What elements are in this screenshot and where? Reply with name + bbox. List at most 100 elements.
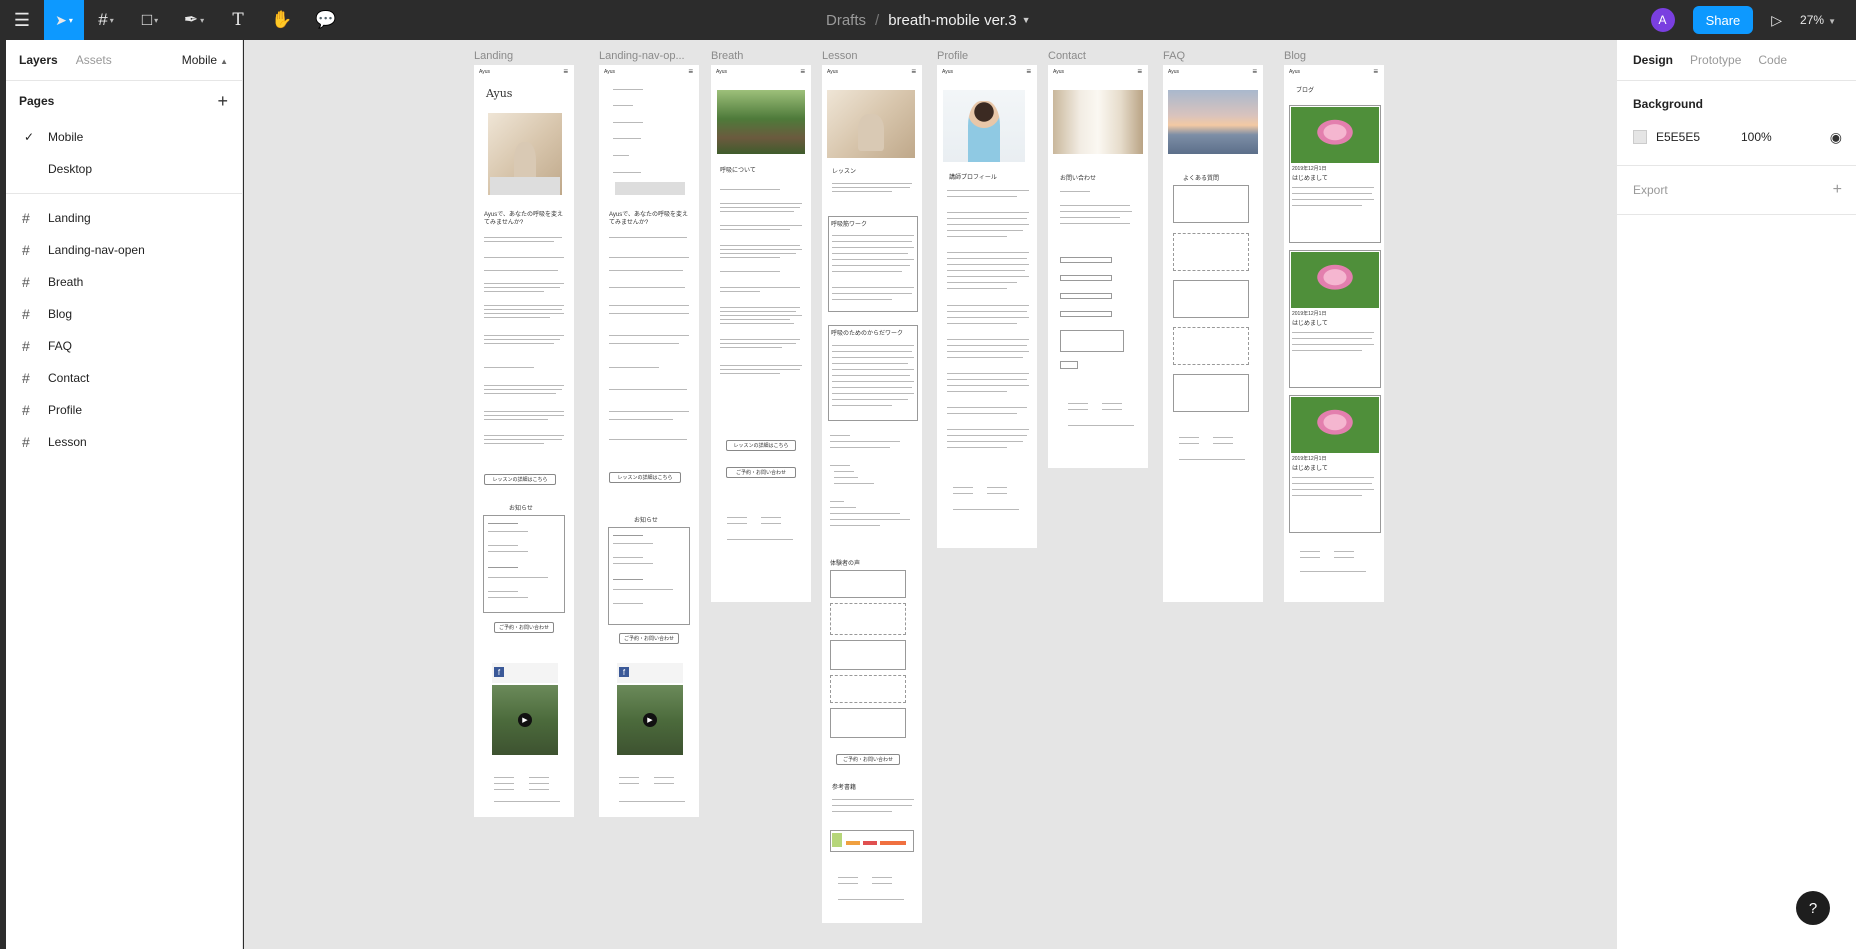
frame-faq[interactable]: Ayus ≡ よくある質問 bbox=[1163, 65, 1263, 602]
frame-label-breath[interactable]: Breath bbox=[711, 50, 801, 62]
frame-tool-button[interactable]: # ▾ bbox=[84, 0, 128, 40]
zoom-menu[interactable]: 27% ▼ bbox=[1800, 13, 1836, 27]
toolbar: ☰ ➤ ▾ # ▾ □ ▾ ✒ ▾ T ✋ 💬 Drafts / breath-mobi… bbox=[0, 0, 1856, 40]
layer-profile[interactable]: # Profile bbox=[6, 394, 242, 426]
email-input[interactable] bbox=[1060, 275, 1112, 281]
contact-button[interactable]: ご予約・お問い合わせ bbox=[494, 622, 554, 633]
hamburger-icon: ≡ bbox=[688, 67, 693, 76]
frame-profile[interactable]: Ayus ≡ 講師プロフィール bbox=[937, 65, 1037, 548]
submit-button[interactable] bbox=[1060, 361, 1078, 369]
pen-tool-button[interactable]: ✒ ▾ bbox=[172, 0, 216, 40]
frame-logo: Ayus bbox=[1289, 69, 1301, 75]
layer-label: Landing bbox=[48, 211, 91, 225]
layer-lesson[interactable]: # Lesson bbox=[6, 426, 242, 458]
contact-button[interactable]: ご予約・お問い合わせ bbox=[726, 467, 796, 478]
move-tool-button[interactable]: ➤ ▾ bbox=[44, 0, 84, 40]
blog-title: ブログ bbox=[1296, 88, 1315, 94]
avatar[interactable]: A bbox=[1650, 8, 1675, 32]
tab-design[interactable]: Design bbox=[1633, 53, 1673, 67]
faq-item[interactable] bbox=[1173, 327, 1249, 365]
frame-breath[interactable]: Ayus ≡ 呼吸について レッスンの詳細はこちら ご予約・お問い合わせ bbox=[711, 65, 811, 602]
page-item-desktop[interactable]: Desktop bbox=[6, 153, 242, 185]
present-play-icon[interactable]: ▷ bbox=[1771, 12, 1782, 29]
frame-label-landing[interactable]: Landing bbox=[474, 50, 564, 62]
blog-image bbox=[1291, 107, 1379, 163]
frame-lesson[interactable]: Ayus ≡ レッスン 呼吸筋ワーク 呼吸のためのからだワーク 体験者の声 ご予… bbox=[822, 65, 922, 923]
frame-label-lesson[interactable]: Lesson bbox=[822, 50, 912, 62]
frame-label-faq[interactable]: FAQ bbox=[1163, 50, 1253, 62]
name-input[interactable] bbox=[1060, 257, 1112, 263]
hamburger-icon: ≡ bbox=[911, 67, 916, 76]
blog-image bbox=[1291, 397, 1379, 453]
blog-date: 2019年12月1日 bbox=[1292, 311, 1327, 317]
add-export-icon[interactable]: + bbox=[1833, 181, 1842, 199]
color-swatch[interactable] bbox=[1633, 130, 1647, 144]
faq-item[interactable] bbox=[1173, 374, 1249, 412]
play-icon[interactable]: ▶ bbox=[643, 713, 657, 727]
page-selector[interactable]: Mobile ▲ bbox=[182, 53, 228, 67]
work1-box bbox=[828, 216, 918, 312]
eye-icon[interactable]: ◉ bbox=[1830, 129, 1842, 146]
frame-blog[interactable]: Ayus ≡ ブログ 2019年12月1日 はじめまして 2019年12月1日 … bbox=[1284, 65, 1384, 602]
tab-assets[interactable]: Assets bbox=[76, 53, 112, 67]
lesson-detail-button[interactable]: レッスンの詳細はこちら bbox=[609, 472, 681, 483]
news-box bbox=[608, 527, 690, 625]
add-page-icon[interactable]: + bbox=[217, 91, 228, 112]
tagline: Ayusで、あなたの呼吸を変えてみませんか? bbox=[484, 212, 563, 226]
tagline: Ayusで、あなたの呼吸を変えてみませんか? bbox=[609, 212, 688, 226]
faq-item[interactable] bbox=[1173, 233, 1249, 271]
lesson-detail-button[interactable]: レッスンの詳細はこちら bbox=[484, 474, 556, 485]
layer-label: Blog bbox=[48, 307, 73, 321]
background-hex-input[interactable]: E5E5E5 bbox=[1656, 130, 1741, 144]
file-name[interactable]: breath-mobile ver.3 bbox=[888, 12, 1016, 29]
tab-prototype[interactable]: Prototype bbox=[1690, 53, 1741, 67]
lesson-detail-button[interactable]: レッスンの詳細はこちら bbox=[726, 440, 796, 451]
tab-layers[interactable]: Layers bbox=[19, 53, 58, 67]
layer-faq[interactable]: # FAQ bbox=[6, 330, 242, 362]
book-cover bbox=[832, 833, 842, 847]
help-button[interactable]: ? bbox=[1796, 891, 1830, 925]
breadcrumb-separator: / bbox=[875, 11, 880, 29]
text-icon: T bbox=[232, 10, 244, 30]
faq-image bbox=[1168, 90, 1258, 154]
comment-tool-button[interactable]: 💬 bbox=[304, 0, 348, 40]
faq-item[interactable] bbox=[1173, 280, 1249, 318]
facebook-icon: f bbox=[619, 667, 629, 677]
background-opacity-input[interactable]: 100% bbox=[1741, 130, 1772, 144]
shape-tool-button[interactable]: □ ▾ bbox=[128, 0, 172, 40]
layer-contact[interactable]: # Contact bbox=[6, 362, 242, 394]
faq-item[interactable] bbox=[1173, 185, 1249, 223]
contact-button[interactable]: ご予約・お問い合わせ bbox=[619, 633, 679, 644]
layer-breath[interactable]: # Breath bbox=[6, 266, 242, 298]
frame-label-profile[interactable]: Profile bbox=[937, 50, 1027, 62]
breadcrumb-drafts[interactable]: Drafts bbox=[826, 12, 866, 29]
hand-tool-button[interactable]: ✋ bbox=[260, 0, 304, 40]
frame-label-blog[interactable]: Blog bbox=[1284, 50, 1374, 62]
frame-landing-nav-open[interactable]: Ayus ≡ Ayusで、あなたの呼吸を変えてみませんか? レッスンの詳細はこち… bbox=[599, 65, 699, 817]
frame-label-landing-nav-open[interactable]: Landing-nav-op... bbox=[599, 50, 699, 62]
hero-title: Ayus bbox=[486, 87, 513, 100]
contact-button[interactable]: ご予約・お問い合わせ bbox=[836, 754, 900, 765]
frame-icon: # bbox=[22, 370, 30, 386]
phone-input[interactable] bbox=[1060, 293, 1112, 299]
share-button[interactable]: Share bbox=[1692, 6, 1754, 34]
news-box bbox=[483, 515, 565, 613]
chevron-down-icon[interactable]: ▼ bbox=[1022, 15, 1031, 25]
page-item-mobile[interactable]: ✓ Mobile bbox=[6, 121, 242, 153]
blog-post-title: はじめまして bbox=[1292, 321, 1328, 327]
message-textarea[interactable] bbox=[1060, 330, 1124, 352]
main-menu-icon[interactable]: ☰ bbox=[0, 0, 44, 40]
tab-code[interactable]: Code bbox=[1758, 53, 1787, 67]
canvas[interactable]: Landing Landing-nav-op... Breath Lesson … bbox=[244, 40, 1616, 949]
frame-landing[interactable]: Ayus ≡ Ayus Ayusで、あなたの呼吸を変えてみませんか? レッスンの… bbox=[474, 65, 574, 817]
play-icon[interactable]: ▶ bbox=[518, 713, 532, 727]
text-tool-button[interactable]: T bbox=[216, 0, 260, 40]
layer-landing-nav-open[interactable]: # Landing-nav-open bbox=[6, 234, 242, 266]
breadcrumb: Drafts / breath-mobile ver.3 ▼ bbox=[826, 0, 1031, 40]
subject-input[interactable] bbox=[1060, 311, 1112, 317]
frame-contact[interactable]: Ayus ≡ お問い合わせ bbox=[1048, 65, 1148, 468]
hamburger-icon: ≡ bbox=[1373, 67, 1378, 76]
layer-landing[interactable]: # Landing bbox=[6, 202, 242, 234]
frame-label-contact[interactable]: Contact bbox=[1048, 50, 1138, 62]
layer-blog[interactable]: # Blog bbox=[6, 298, 242, 330]
